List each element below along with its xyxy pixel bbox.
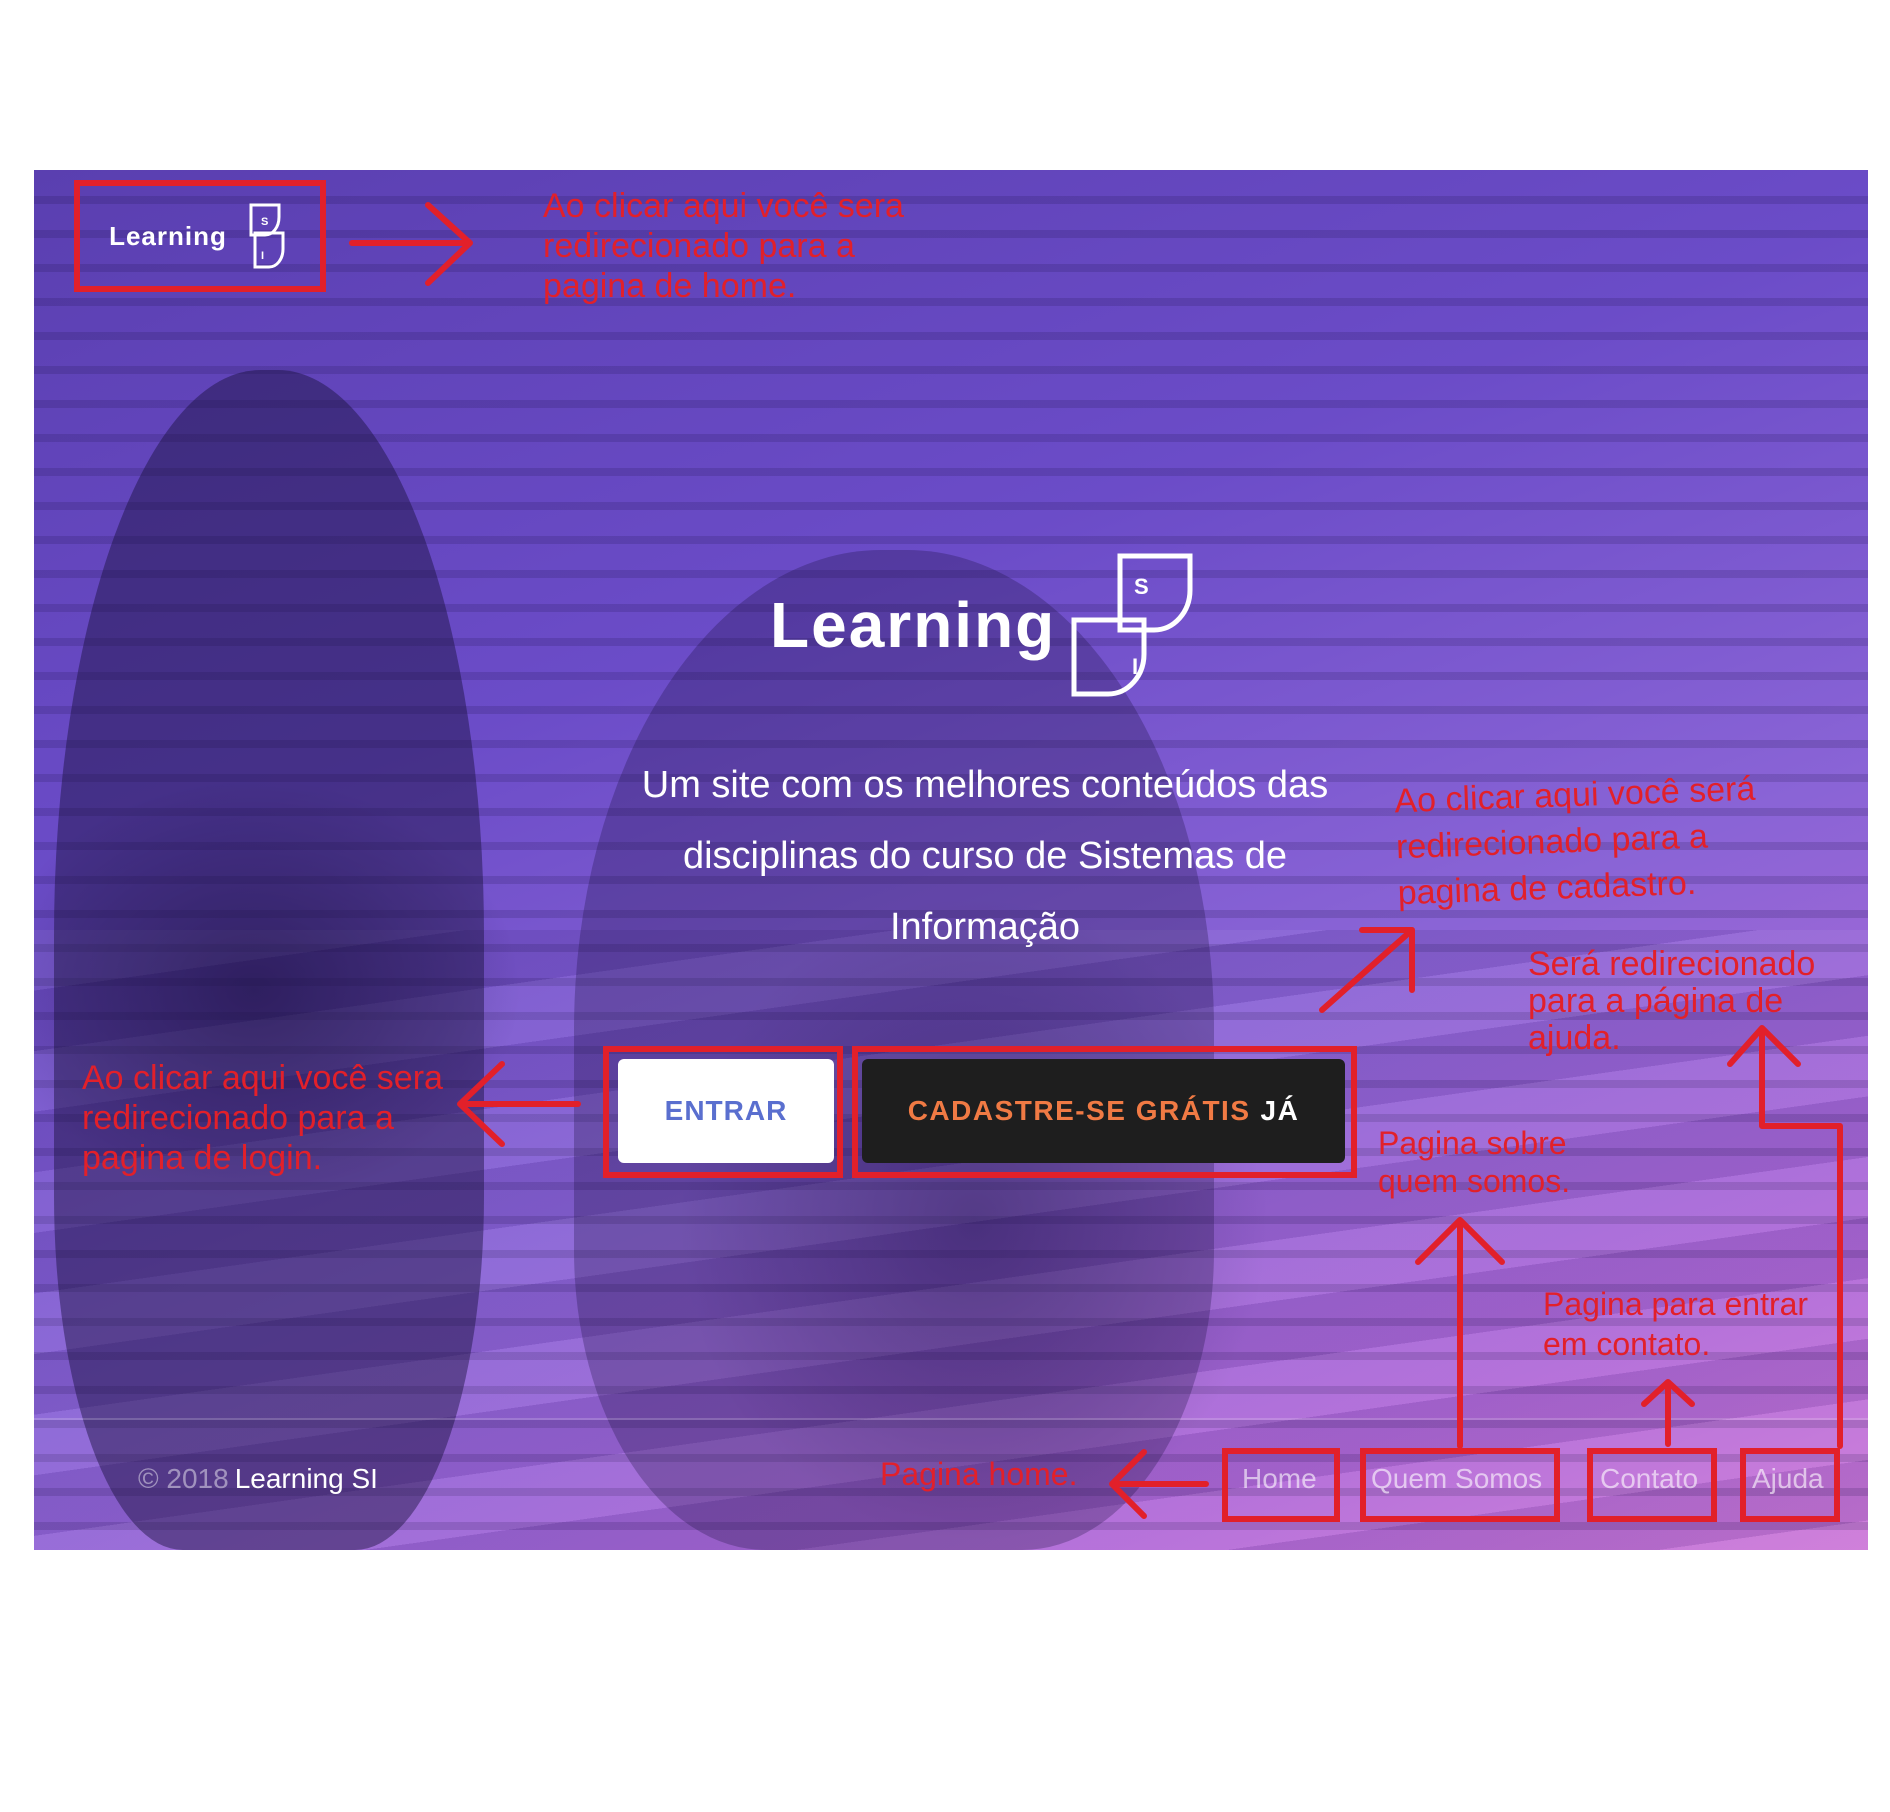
arrow-ajuda	[1727, 1025, 1843, 1449]
arrow-login	[457, 1061, 581, 1147]
arrow-signup	[1319, 927, 1415, 1013]
arrow-logo	[349, 202, 473, 286]
arrow-quem-somos	[1415, 1217, 1505, 1449]
annotation-arrows	[349, 202, 1843, 1519]
arrow-home	[1109, 1449, 1209, 1519]
arrow-contato	[1641, 1379, 1695, 1447]
